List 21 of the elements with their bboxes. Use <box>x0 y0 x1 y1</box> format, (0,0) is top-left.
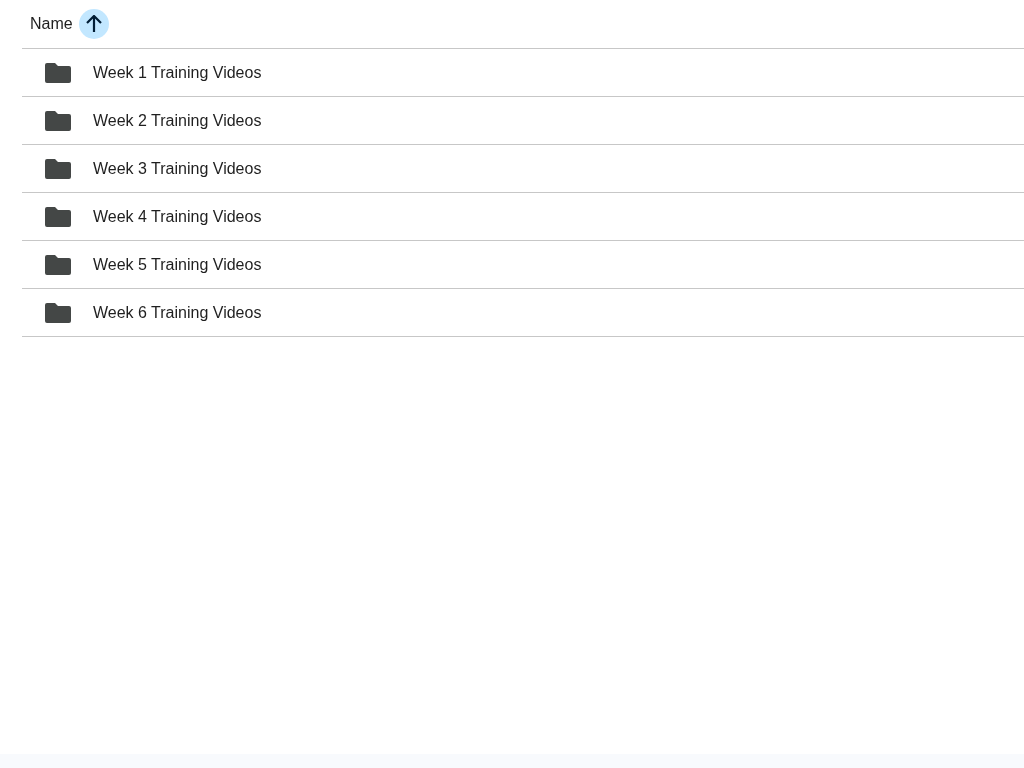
sort-arrow-button[interactable] <box>78 9 109 39</box>
folder-name: Week 6 Training Videos <box>93 302 262 323</box>
folder-icon <box>45 206 71 227</box>
folder-icon <box>45 62 71 83</box>
folder-name: Week 4 Training Videos <box>93 206 262 227</box>
folder-row[interactable]: Week 6 Training Videos <box>22 289 1024 337</box>
folder-icon <box>45 110 71 131</box>
folder-icon <box>45 158 71 179</box>
folder-name: Week 3 Training Videos <box>93 158 262 179</box>
folder-icon <box>45 254 71 275</box>
folder-row[interactable]: Week 1 Training Videos <box>22 49 1024 97</box>
folder-row[interactable]: Week 5 Training Videos <box>22 241 1024 289</box>
folder-name: Week 5 Training Videos <box>93 254 262 275</box>
folder-name: Week 1 Training Videos <box>93 62 262 83</box>
folder-icon <box>45 302 71 323</box>
folder-row[interactable]: Week 2 Training Videos <box>22 97 1024 145</box>
folder-row[interactable]: Week 4 Training Videos <box>22 193 1024 241</box>
folder-row[interactable]: Week 3 Training Videos <box>22 145 1024 193</box>
folder-name: Week 2 Training Videos <box>93 110 262 131</box>
column-header[interactable]: Name <box>30 12 73 36</box>
arrow-up-icon <box>85 15 102 33</box>
